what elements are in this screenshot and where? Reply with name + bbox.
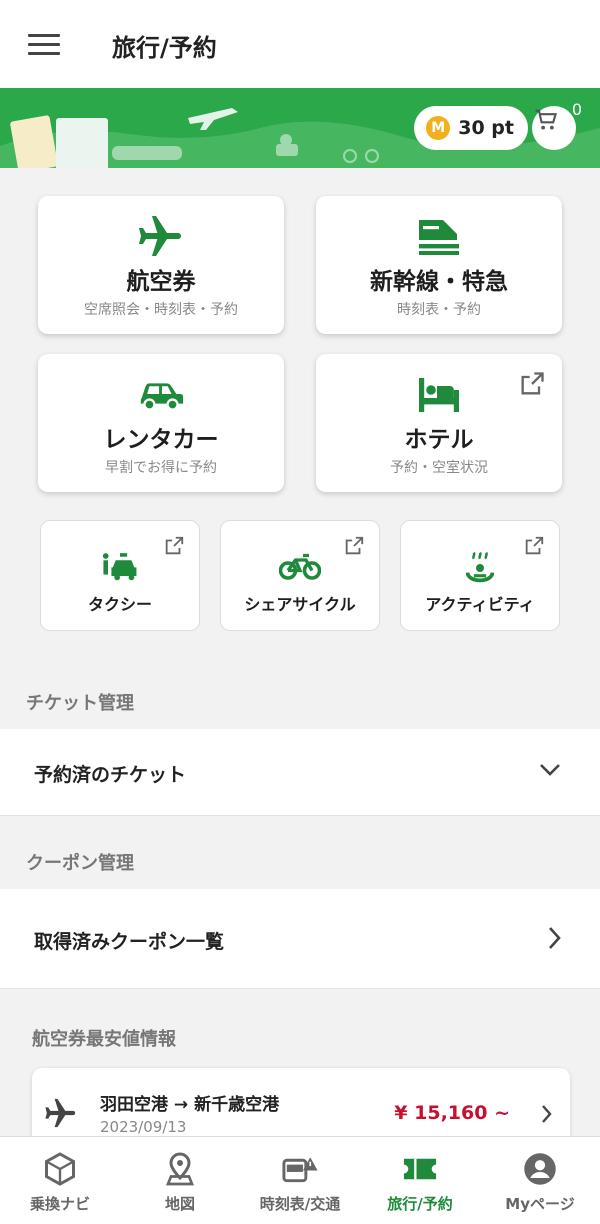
shinkansen-icon — [316, 216, 562, 256]
tab-label: 地図 — [164, 1195, 195, 1213]
service-title: 航空券 — [126, 269, 196, 295]
service-subtitle: 予約・空室状況 — [390, 460, 488, 476]
airplane-icon — [44, 1098, 78, 1132]
points-pill[interactable]: M 30 pt — [414, 106, 528, 150]
coupon-list-row[interactable]: 取得済みクーポン一覧 — [0, 889, 600, 989]
airplane-icon — [38, 216, 284, 256]
bottom-tab-bar: 乗換ナビ 地図 時刻表/交通 旅行/予約 Myページ — [0, 1136, 600, 1224]
hamburger-menu-icon[interactable] — [28, 34, 60, 56]
service-card-rental-car[interactable]: レンタカー 早割でお得に予約 — [38, 354, 284, 492]
tab-travel-booking[interactable]: 旅行/予約 — [360, 1137, 480, 1224]
tab-my-page[interactable]: Myページ — [480, 1137, 600, 1224]
chevron-right-icon — [546, 925, 562, 955]
coupon-list-label: 取得済みクーポン一覧 — [34, 931, 225, 953]
map-pin-icon — [120, 1151, 240, 1187]
service-title: レンタカー — [103, 427, 219, 453]
app-bar: 旅行/予約 — [0, 0, 600, 88]
service-card-activity[interactable]: アクティビティ — [400, 520, 560, 631]
tab-label: 旅行/予約 — [387, 1195, 453, 1213]
coupon-section-heading: クーポン管理 — [26, 853, 134, 874]
tab-map[interactable]: 地図 — [120, 1137, 240, 1224]
m-points-icon: M — [426, 116, 451, 140]
chevron-down-icon — [538, 761, 562, 781]
fare-date: 2023/09/13 — [100, 1118, 187, 1136]
car-icon — [38, 374, 284, 414]
transfer-navi-icon — [0, 1151, 120, 1187]
external-link-icon — [518, 370, 546, 402]
fare-section-heading: 航空券最安値情報 — [32, 1029, 176, 1050]
points-value: 30 pt — [458, 117, 514, 139]
ticket-section-heading: チケット管理 — [26, 693, 134, 714]
tab-label: 時刻表/交通 — [259, 1195, 341, 1213]
service-title: アクティビティ — [425, 595, 535, 614]
reserved-tickets-label: 予約済のチケット — [34, 764, 187, 786]
tab-label: 乗換ナビ — [29, 1195, 90, 1213]
bus-alert-icon — [240, 1151, 360, 1187]
bicycle-icon — [221, 551, 379, 581]
service-title: タクシー — [87, 595, 152, 614]
service-title: シェアサイクル — [244, 595, 356, 614]
tab-label: Myページ — [505, 1195, 575, 1213]
service-subtitle: 空席照会・時刻表・予約 — [84, 302, 238, 318]
service-card-bike-share[interactable]: シェアサイクル — [220, 520, 380, 631]
service-card-flights[interactable]: 航空券 空席照会・時刻表・予約 — [38, 196, 284, 334]
chevron-right-icon — [540, 1104, 552, 1128]
page-title: 旅行/予約 — [112, 34, 217, 62]
reserved-tickets-row[interactable]: 予約済のチケット — [0, 729, 600, 816]
cart-icon — [535, 109, 557, 130]
service-title: ホテル — [404, 427, 474, 453]
service-subtitle: 早割でお得に予約 — [105, 460, 217, 476]
promo-banner: M 30 pt 0 — [0, 88, 600, 168]
taxi-icon — [41, 551, 199, 581]
service-title: 新幹線・特急 — [370, 269, 508, 295]
ticket-icon — [360, 1151, 480, 1187]
tab-transfer-navi[interactable]: 乗換ナビ — [0, 1137, 120, 1224]
hot-spring-icon — [401, 551, 559, 585]
cart-button[interactable] — [532, 106, 576, 150]
service-card-shinkansen[interactable]: 新幹線・特急 時刻表・予約 — [316, 196, 562, 334]
fare-route: 羽田空港 → 新千歳空港 — [100, 1095, 280, 1115]
fare-price: ¥ 15,160 ~ — [394, 1102, 510, 1124]
tab-timetable[interactable]: 時刻表/交通 — [240, 1137, 360, 1224]
service-subtitle: 時刻表・予約 — [397, 302, 481, 318]
service-card-hotel[interactable]: ホテル 予約・空室状況 — [316, 354, 562, 492]
cart-count: 0 — [571, 100, 582, 119]
service-card-taxi[interactable]: タクシー — [40, 520, 200, 631]
person-icon — [480, 1151, 600, 1187]
